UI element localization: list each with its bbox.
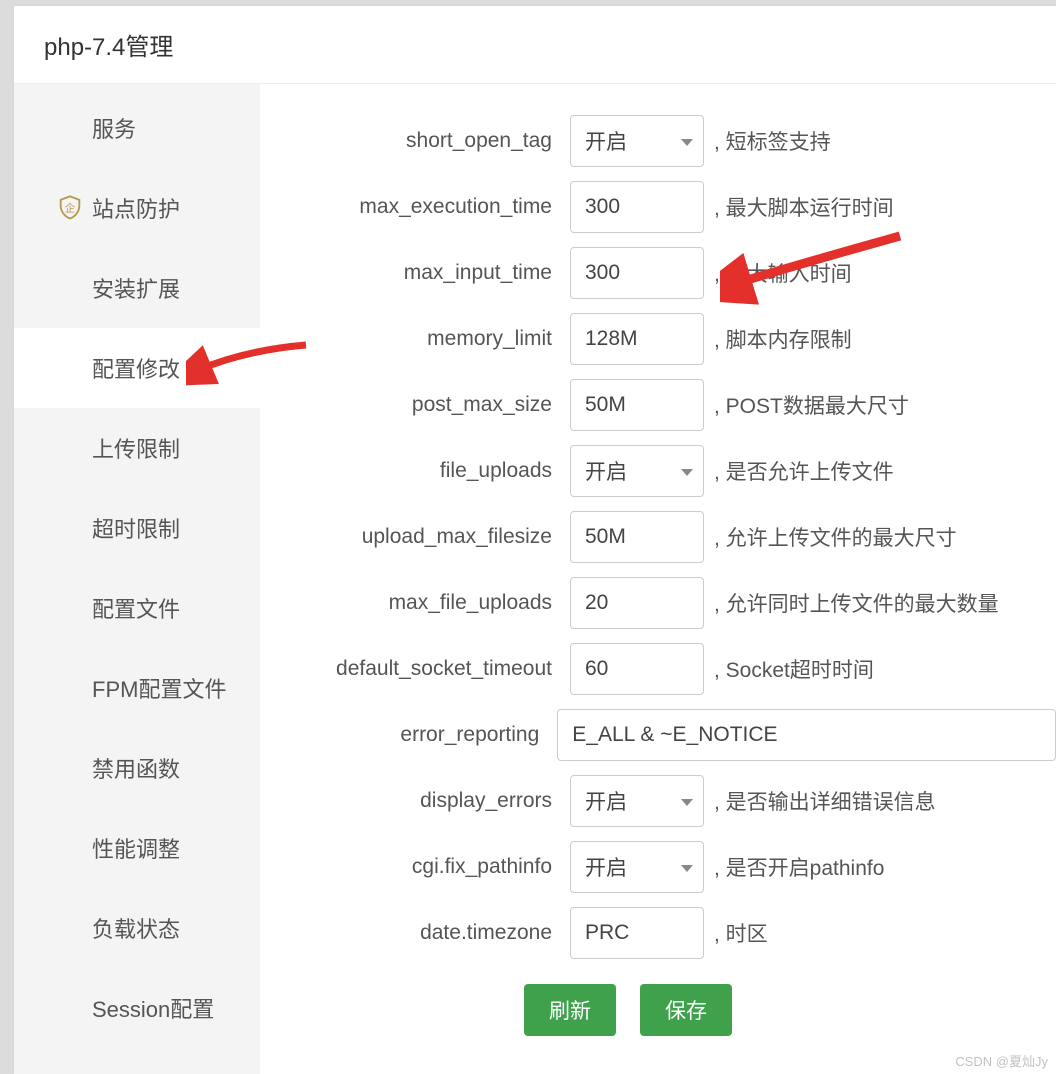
- default_socket_timeout-input[interactable]: [570, 643, 704, 695]
- form-row-max_input_time: max_input_time , 最大输入时间: [260, 240, 1056, 306]
- form-desc: , Socket超时时间: [714, 654, 874, 684]
- sidebar-item-label: 超时限制: [92, 512, 180, 544]
- form-label: short_open_tag: [260, 129, 570, 153]
- form-label: memory_limit: [260, 327, 570, 351]
- error_reporting-input[interactable]: [557, 709, 1056, 761]
- svg-text:企: 企: [65, 202, 76, 215]
- form-desc: , 是否开启pathinfo: [714, 852, 884, 882]
- form-row-memory_limit: memory_limit , 脚本内存限制: [260, 306, 1056, 372]
- select-value: 开启: [585, 456, 627, 486]
- sidebar-item-label: 负载状态: [92, 912, 180, 944]
- post_max_size-input[interactable]: [570, 379, 704, 431]
- sidebar-item-5[interactable]: 超时限制: [14, 488, 260, 568]
- chevron-down-icon: [681, 865, 693, 872]
- short_open_tag-select[interactable]: 开启: [570, 115, 704, 167]
- form-row-max_file_uploads: max_file_uploads , 允许同时上传文件的最大数量: [260, 570, 1056, 636]
- sidebar-item-0[interactable]: 服务: [14, 88, 260, 168]
- php-manager-modal: php-7.4管理 服务企 站点防护安装扩展配置修改上传限制超时限制配置文件 FPM…: [14, 6, 1056, 1074]
- form-label: max_execution_time: [260, 195, 570, 219]
- sidebar-item-7[interactable]: FPM配置文件: [14, 648, 260, 728]
- form-desc: , 最大脚本运行时间: [714, 192, 894, 222]
- form-label: default_socket_timeout: [260, 657, 570, 681]
- sidebar-item-label: 配置修改: [92, 352, 180, 384]
- form-desc: , 时区: [714, 918, 768, 948]
- sidebar-item-label: 上传限制: [92, 432, 180, 464]
- sidebar-item-label: FPM配置文件: [92, 672, 226, 704]
- max_execution_time-input[interactable]: [570, 181, 704, 233]
- form-label: max_input_time: [260, 261, 570, 285]
- sidebar-item-label: 禁用函数: [92, 752, 180, 784]
- display_errors-select[interactable]: 开启: [570, 775, 704, 827]
- sidebar-item-9[interactable]: 性能调整: [14, 808, 260, 888]
- modal-header: php-7.4管理: [14, 6, 1056, 84]
- form-label: cgi.fix_pathinfo: [260, 855, 570, 879]
- modal-body: 服务企 站点防护安装扩展配置修改上传限制超时限制配置文件 FPM配置文件禁用函数性能…: [14, 84, 1056, 1074]
- chevron-down-icon: [681, 139, 693, 146]
- form-desc: , 最大输入时间: [714, 258, 852, 288]
- form-label: file_uploads: [260, 459, 570, 483]
- form-row-short_open_tag: short_open_tag 开启 , 短标签支持: [260, 108, 1056, 174]
- memory_limit-input[interactable]: [570, 313, 704, 365]
- form-desc: , 是否允许上传文件: [714, 456, 894, 486]
- watermark: CSDN @夏灿Jy: [955, 1051, 1048, 1070]
- form-desc: , 短标签支持: [714, 126, 831, 156]
- form-desc: , 允许同时上传文件的最大数量: [714, 588, 999, 618]
- save-button[interactable]: 保存: [640, 984, 732, 1036]
- file_uploads-select[interactable]: 开启: [570, 445, 704, 497]
- sidebar-item-1[interactable]: 企 站点防护: [14, 168, 260, 248]
- select-value: 开启: [585, 126, 627, 156]
- form-label: upload_max_filesize: [260, 525, 570, 549]
- sidebar-item-label: 安装扩展: [92, 272, 180, 304]
- form-desc: , 是否输出详细错误信息: [714, 786, 936, 816]
- modal-title: php-7.4管理: [44, 27, 173, 62]
- form-row-max_execution_time: max_execution_time , 最大脚本运行时间: [260, 174, 1056, 240]
- sidebar-item-8[interactable]: 禁用函数: [14, 728, 260, 808]
- form-label: date.timezone: [260, 921, 570, 945]
- select-value: 开启: [585, 786, 627, 816]
- sidebar-item-3[interactable]: 配置修改: [14, 328, 260, 408]
- form-row-default_socket_timeout: default_socket_timeout , Socket超时时间: [260, 636, 1056, 702]
- select-value: 开启: [585, 852, 627, 882]
- content-panel: short_open_tag 开启 , 短标签支持 max_execution_tim…: [260, 84, 1056, 1074]
- sidebar-item-2[interactable]: 安装扩展: [14, 248, 260, 328]
- sidebar-item-4[interactable]: 上传限制: [14, 408, 260, 488]
- max_input_time-input[interactable]: [570, 247, 704, 299]
- sidebar: 服务企 站点防护安装扩展配置修改上传限制超时限制配置文件 FPM配置文件禁用函数性能…: [14, 84, 260, 1074]
- chevron-down-icon: [681, 799, 693, 806]
- shield-icon: 企: [56, 194, 84, 222]
- sidebar-item-label: 站点防护: [92, 192, 180, 224]
- sidebar-item-11[interactable]: Session配置: [14, 968, 260, 1048]
- footer-buttons: 刷新 保存: [260, 984, 1056, 1036]
- upload_max_filesize-input[interactable]: [570, 511, 704, 563]
- form-row-error_reporting: error_reporting: [260, 702, 1056, 768]
- form-desc: , 允许上传文件的最大尺寸: [714, 522, 957, 552]
- form-row-file_uploads: file_uploads 开启 , 是否允许上传文件: [260, 438, 1056, 504]
- refresh-button[interactable]: 刷新: [524, 984, 616, 1036]
- date.timezone-input[interactable]: [570, 907, 704, 959]
- form-row-display_errors: display_errors 开启 , 是否输出详细错误信息: [260, 768, 1056, 834]
- sidebar-item-6[interactable]: 配置文件: [14, 568, 260, 648]
- config-form: short_open_tag 开启 , 短标签支持 max_execution_tim…: [260, 108, 1056, 966]
- form-desc: , POST数据最大尺寸: [714, 390, 909, 420]
- sidebar-item-label: 配置文件: [92, 592, 180, 624]
- chevron-down-icon: [681, 469, 693, 476]
- form-label: error_reporting: [260, 723, 557, 747]
- form-row-post_max_size: post_max_size , POST数据最大尺寸: [260, 372, 1056, 438]
- sidebar-item-label: 性能调整: [92, 832, 180, 864]
- form-row-cgi.fix_pathinfo: cgi.fix_pathinfo 开启 , 是否开启pathinfo: [260, 834, 1056, 900]
- cgi.fix_pathinfo-select[interactable]: 开启: [570, 841, 704, 893]
- form-desc: , 脚本内存限制: [714, 324, 852, 354]
- sidebar-item-label: Session配置: [92, 992, 214, 1024]
- form-label: post_max_size: [260, 393, 570, 417]
- form-row-date.timezone: date.timezone , 时区: [260, 900, 1056, 966]
- max_file_uploads-input[interactable]: [570, 577, 704, 629]
- form-row-upload_max_filesize: upload_max_filesize , 允许上传文件的最大尺寸: [260, 504, 1056, 570]
- form-label: display_errors: [260, 789, 570, 813]
- sidebar-item-label: 服务: [92, 112, 136, 144]
- sidebar-item-10[interactable]: 负载状态: [14, 888, 260, 968]
- form-label: max_file_uploads: [260, 591, 570, 615]
